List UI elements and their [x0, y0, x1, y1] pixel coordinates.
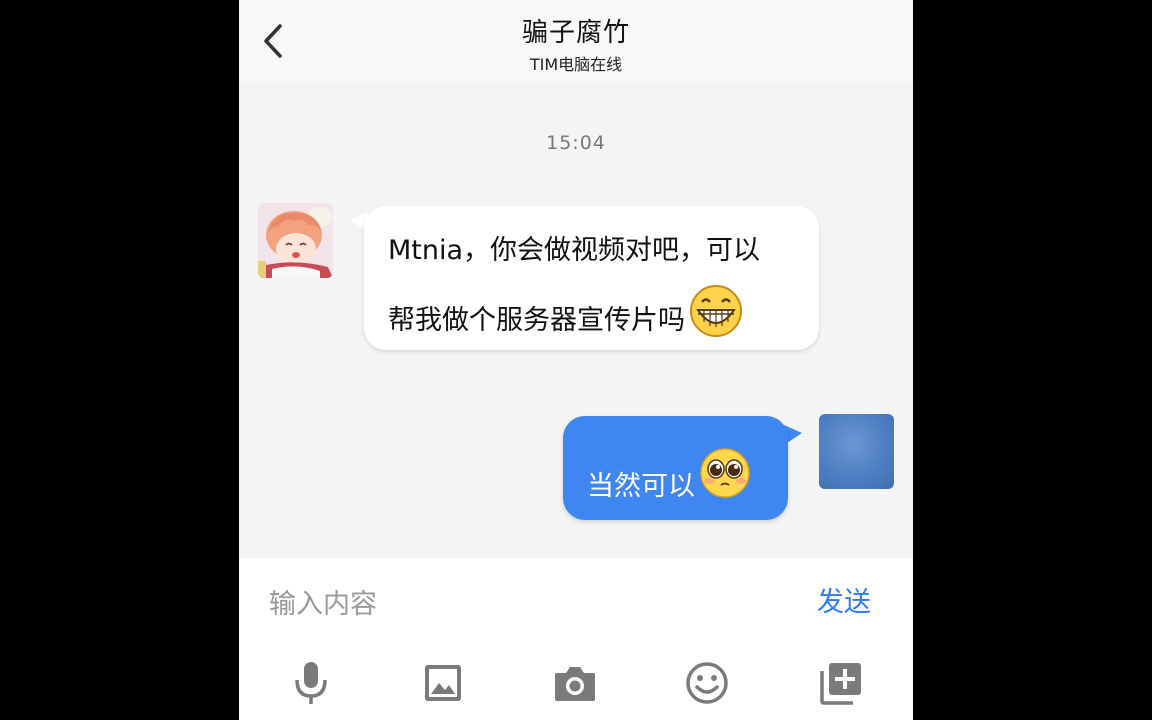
message-text-line: 当然可以: [587, 447, 751, 503]
anime-avatar-image: [258, 203, 333, 278]
camera-button[interactable]: [550, 658, 600, 708]
chat-area[interactable]: 15:04 Mtnia，你会做视频对吧，可以 帮我做个服务器宣传片吗 当然可以: [239, 82, 913, 558]
voice-button[interactable]: [286, 658, 336, 708]
user-avatar[interactable]: [819, 414, 894, 489]
contact-avatar[interactable]: [258, 203, 333, 278]
input-bar: 发送: [239, 558, 913, 648]
contact-status: TIM电脑在线: [529, 55, 623, 74]
contact-name: 骗子腐竹: [521, 18, 630, 48]
camera-icon: [555, 667, 595, 701]
phone-screen: 骗子腐竹 TIM电脑在线 15:04 Mtnia，你会做视频对吧，可以 帮我做个…: [239, 0, 913, 720]
add-more-icon: [820, 663, 861, 705]
message-text: 当然可以: [587, 471, 695, 502]
message-timestamp: 15:04: [546, 132, 606, 154]
message-input[interactable]: [267, 580, 791, 628]
input-toolbar: [239, 648, 913, 720]
outgoing-message-bubble[interactable]: 当然可以: [563, 416, 788, 520]
more-button[interactable]: [816, 658, 866, 708]
message-text-line2: 帮我做个服务器宣传片吗: [388, 284, 743, 338]
grinning-face-icon: [690, 284, 742, 337]
message-text: Mtnia，你会做视频对吧，可以: [388, 235, 761, 266]
incoming-message-bubble[interactable]: Mtnia，你会做视频对吧，可以 帮我做个服务器宣传片吗: [364, 206, 819, 350]
emoji-button[interactable]: [682, 658, 732, 708]
chat-header: 骗子腐竹 TIM电脑在线: [239, 0, 913, 82]
pleading-face-icon: [700, 447, 750, 498]
image-button[interactable]: [418, 658, 468, 708]
microphone-icon: [295, 662, 327, 704]
smiley-icon: [686, 662, 728, 704]
message-text: 帮我做个服务器宣传片吗: [388, 305, 685, 336]
send-button[interactable]: 发送: [817, 580, 871, 619]
image-icon: [425, 665, 461, 701]
